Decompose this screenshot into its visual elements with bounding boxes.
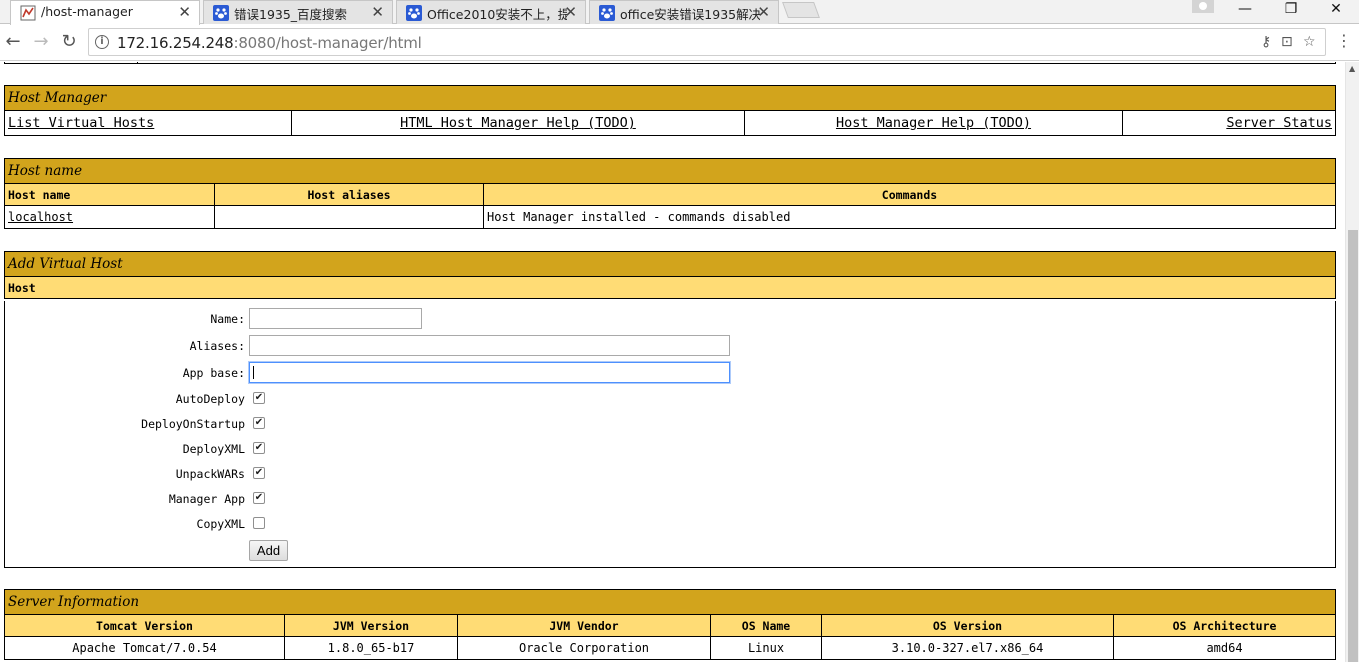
column-header: Tomcat Version: [4, 614, 285, 637]
os-architecture-value: amd64: [1113, 636, 1336, 660]
baidu-paw-icon: [599, 5, 615, 21]
jvm-vendor-value: Oracle Corporation: [457, 636, 711, 660]
column-header: JVM Version: [284, 614, 458, 637]
baidu-paw-icon: [406, 5, 422, 21]
app-base-input[interactable]: [249, 362, 730, 383]
os-name-value: Linux: [710, 636, 822, 660]
table-row: Apache Tomcat/7.0.54 1.8.0_65-b17 Oracle…: [4, 636, 1336, 660]
add-virtual-host-header: Add Virtual Host Host: [4, 251, 1336, 299]
translate-icon[interactable]: ⊡: [1281, 34, 1293, 50]
jvm-version-value: 1.8.0_65-b17: [284, 636, 458, 660]
tab-close-icon[interactable]: ✕: [178, 3, 191, 21]
section-title: Host Manager: [4, 85, 1336, 111]
back-arrow-icon[interactable]: ←: [2, 31, 24, 53]
host-manager-nav: Host Manager List Virtual Hosts HTML Hos…: [4, 85, 1336, 136]
browser-toolbar: ← → ↻ i 172.16.254.248:8080/host-manager…: [0, 25, 1359, 61]
autodeploy-label: AutoDeploy: [175, 392, 245, 406]
tab-baidu-search[interactable]: 错误1935_百度搜索 ✕: [203, 0, 393, 24]
list-virtual-hosts-link[interactable]: List Virtual Hosts: [8, 115, 154, 131]
column-header: Host aliases: [214, 183, 484, 206]
commands-cell: Host Manager installed - commands disabl…: [483, 205, 1336, 229]
deployxml-checkbox[interactable]: ✔: [253, 442, 265, 454]
browser-tab-bar: /host-manager ✕ 错误1935_百度搜索 ✕ Office2010…: [0, 0, 1359, 25]
unpackwars-checkbox[interactable]: ✔: [253, 467, 265, 479]
copyxml-label: CopyXML: [196, 517, 245, 531]
section-title: Host name: [4, 158, 1336, 184]
host-list-table: Host name Host name Host aliases Command…: [4, 158, 1336, 229]
close-window-button[interactable]: ✕: [1313, 0, 1359, 24]
unpackwars-label: UnpackWARs: [175, 467, 245, 481]
address-bar[interactable]: i 172.16.254.248:8080/host-manager/html …: [88, 28, 1326, 56]
tab-title: 错误1935_百度搜索: [234, 7, 348, 22]
url-text[interactable]: 172.16.254.248:8080/host-manager/html: [117, 34, 422, 52]
tab-title: /host-manager: [41, 4, 133, 19]
key-icon[interactable]: ⚷: [1261, 34, 1271, 50]
tab-close-icon[interactable]: ✕: [757, 3, 770, 21]
tab-title: office安装错误1935解决: [620, 7, 760, 22]
tab-office-error[interactable]: office安装错误1935解决 ✕: [589, 0, 779, 24]
name-label: Name:: [210, 312, 245, 326]
add-button[interactable]: Add: [249, 540, 288, 561]
server-status-link[interactable]: Server Status: [1226, 115, 1332, 131]
new-tab-button[interactable]: [782, 2, 820, 18]
host-aliases-cell: [214, 205, 484, 229]
aliases-label: Aliases:: [189, 339, 245, 353]
tomcat-favicon-icon: [20, 5, 36, 21]
page-header-remnant: [4, 62, 1336, 64]
deployxml-label: DeployXML: [182, 442, 245, 456]
column-header: Commands: [483, 183, 1336, 206]
manager-app-label: Manager App: [168, 492, 245, 506]
host-link[interactable]: localhost: [8, 210, 73, 224]
name-input[interactable]: [249, 308, 422, 329]
aliases-input[interactable]: [249, 335, 730, 356]
scrollbar-thumb[interactable]: [1348, 230, 1358, 662]
section-title: Add Virtual Host: [4, 251, 1336, 277]
browser-menu-icon[interactable]: ⋮: [1336, 31, 1352, 51]
column-header: Host name: [4, 183, 215, 206]
tomcat-version-value: Apache Tomcat/7.0.54: [4, 636, 285, 660]
scroll-up-arrow-icon[interactable]: ▲: [1349, 64, 1355, 73]
server-information-table: Server Information Tomcat Version JVM Ve…: [4, 589, 1336, 660]
html-help-link[interactable]: HTML Host Manager Help (TODO): [400, 115, 636, 131]
minimize-button[interactable]: —: [1222, 0, 1268, 24]
profile-icon[interactable]: [1192, 0, 1214, 13]
column-header: OS Name: [710, 614, 822, 637]
text-caret: [253, 366, 254, 379]
tab-close-icon[interactable]: ✕: [564, 3, 577, 21]
tab-title: Office2010安装不上，提: [427, 7, 567, 22]
tab-close-icon[interactable]: ✕: [371, 3, 384, 21]
forward-arrow-icon[interactable]: →: [30, 31, 52, 53]
tab-host-manager[interactable]: /host-manager ✕: [10, 0, 200, 25]
vertical-scrollbar[interactable]: ▲: [1345, 62, 1359, 662]
app-base-label: App base:: [182, 366, 245, 380]
bookmark-star-icon[interactable]: ☆: [1303, 34, 1316, 50]
page-viewport: Host Manager List Virtual Hosts HTML Hos…: [0, 62, 1345, 662]
column-header: JVM Vendor: [457, 614, 711, 637]
deployonstartup-label: DeployOnStartup: [141, 417, 245, 431]
subsection-header: Host: [4, 276, 1336, 299]
baidu-paw-icon: [213, 5, 229, 21]
deployonstartup-checkbox[interactable]: ✔: [253, 417, 265, 429]
autodeploy-checkbox[interactable]: ✔: [253, 392, 265, 404]
add-host-form: Name: Aliases: App base: AutoDeploy ✔ De…: [4, 301, 1336, 568]
os-version-value: 3.10.0-327.el7.x86_64: [821, 636, 1114, 660]
restore-button[interactable]: ❐: [1268, 0, 1314, 24]
column-header: OS Version: [821, 614, 1114, 637]
tab-office2010[interactable]: Office2010安装不上，提 ✕: [396, 0, 586, 24]
reload-icon[interactable]: ↻: [58, 31, 80, 53]
column-header: OS Architecture: [1113, 614, 1336, 637]
info-icon[interactable]: i: [95, 35, 109, 49]
manager-app-checkbox[interactable]: ✔: [253, 492, 265, 504]
copyxml-checkbox[interactable]: [253, 517, 265, 529]
section-title: Server Information: [4, 589, 1336, 615]
table-row: localhost Host Manager installed - comma…: [4, 205, 1336, 229]
host-manager-help-link[interactable]: Host Manager Help (TODO): [836, 115, 1031, 131]
